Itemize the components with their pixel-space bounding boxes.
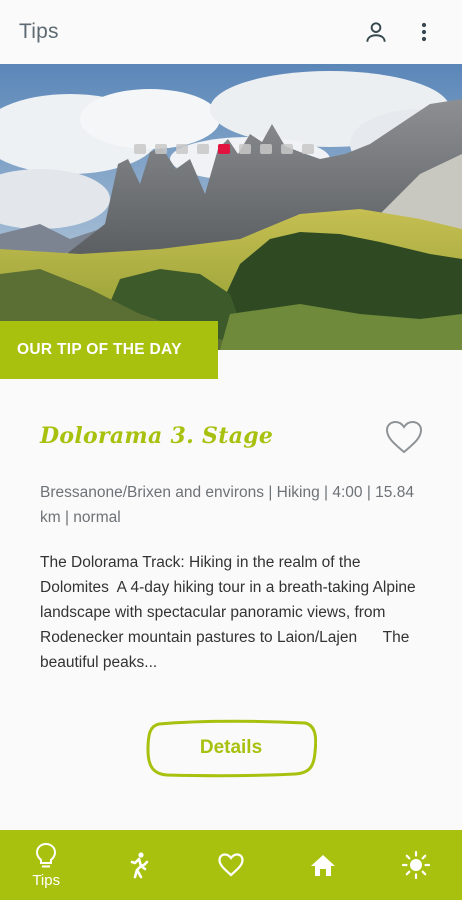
carousel-indicators [134,144,314,154]
mountain-landscape-image [0,64,462,350]
app-bar: Tips [0,0,462,64]
details-button-label: Details [199,737,263,758]
nav-tips-label: Tips [32,871,61,889]
overflow-menu-button[interactable] [404,12,444,52]
tour-meta: Bressanone/Brixen and environs | Hiking … [40,484,414,526]
carousel-dot[interactable] [260,144,272,154]
tour-title[interactable]: Dolorama 3. Stage [40,423,273,449]
carousel-dot[interactable] [281,144,293,154]
nav-tours[interactable] [92,830,184,900]
heart-icon [218,853,244,877]
heart-outline-icon [385,420,423,454]
carousel-dot[interactable] [155,144,167,154]
sun-icon [401,850,430,880]
carousel-dot-active[interactable] [218,144,230,154]
nav-favorites[interactable] [185,830,277,900]
tip-card: Dolorama 3. Stage Bressanone/Brixen and … [0,379,462,830]
nav-home[interactable] [277,830,369,900]
profile-button[interactable] [356,12,396,52]
bottom-navigation: Tips [0,830,462,900]
account-icon [366,22,386,42]
page-title: Tips [19,20,59,43]
nav-tips[interactable]: Tips [0,830,92,900]
carousel-dot[interactable] [302,144,314,154]
carousel-dot[interactable] [176,144,188,154]
carousel-dot[interactable] [197,144,209,154]
lightbulb-icon [36,842,57,867]
favorite-button[interactable] [384,419,424,455]
hero-carousel[interactable] [0,64,462,350]
tip-of-the-day-banner: OUR TIP OF THE DAY [0,321,218,379]
nav-weather[interactable] [370,830,462,900]
more-vert-icon [421,22,427,42]
carousel-dot[interactable] [134,144,146,154]
carousel-dot[interactable] [239,144,251,154]
hiker-icon [130,852,148,879]
tour-description: The Dolorama Track: Hiking in the realm … [40,554,420,671]
home-icon [311,855,336,876]
details-button[interactable]: Details [145,718,317,778]
